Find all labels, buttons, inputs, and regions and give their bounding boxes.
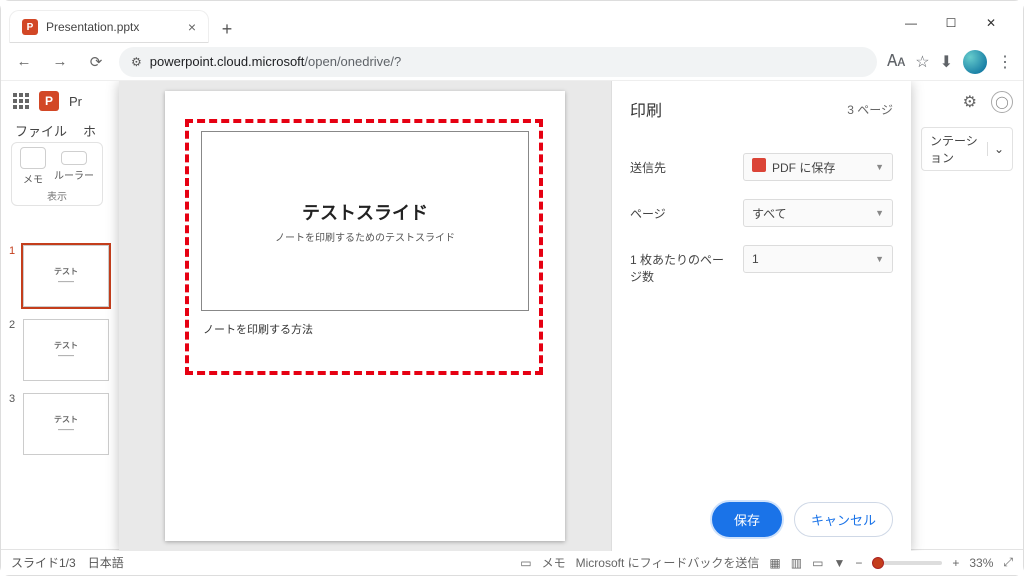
new-tab-button[interactable]: + [213, 15, 241, 43]
ribbon-memo-label: メモ [23, 171, 43, 186]
app-right-column: ⚙ ◯ ンテーション ⌄ [911, 81, 1023, 551]
print-preview-page: テストスライド ノートを印刷するためのテストスライド ノートを印刷する方法 [165, 91, 565, 541]
close-tab-icon[interactable]: × [188, 19, 196, 35]
pdf-icon [752, 158, 766, 172]
select-destination[interactable]: PDF に保存 ▼ [743, 153, 893, 181]
select-destination-value: PDF に保存 [772, 161, 835, 175]
select-pages[interactable]: すべて ▼ [743, 199, 893, 227]
back-button[interactable]: ← [11, 49, 37, 75]
chrome-menu-icon[interactable]: ⋮ [997, 52, 1013, 72]
thumb-title: テスト [54, 414, 78, 425]
reload-button[interactable]: ⟳ [83, 49, 109, 75]
view-grid-icon[interactable]: ▥ [791, 556, 802, 570]
preview-slide-subtitle: ノートを印刷するためのテストスライド [275, 229, 455, 244]
thumb-sub: ―― [58, 351, 74, 360]
slide-thumbnail-panel: 1 テスト―― 2 テスト―― 3 テスト―― [1, 239, 119, 551]
print-page-count: 3 ページ [847, 101, 893, 118]
preview-slide-frame: テストスライド ノートを印刷するためのテストスライド [201, 131, 529, 311]
select-per-sheet-value: 1 [752, 252, 759, 266]
status-memo-icon[interactable]: ▭ [520, 556, 531, 570]
thumb-title: テスト [54, 340, 78, 351]
chevron-down-icon: ▼ [875, 162, 884, 172]
print-preview-pane[interactable]: テストスライド ノートを印刷するためのテストスライド ノートを印刷する方法 [119, 81, 611, 551]
view-slideshow-icon[interactable]: ▼ [833, 556, 845, 570]
status-feedback[interactable]: Microsoft にフィードバックを送信 [576, 554, 760, 571]
zoom-out-button[interactable]: − [855, 556, 862, 570]
chevron-down-icon[interactable]: ⌄ [987, 142, 1004, 156]
thumbnail-slide-2[interactable]: 2 テスト―― [7, 319, 113, 381]
memo-icon [20, 147, 46, 169]
presentation-mode-button[interactable]: ンテーション ⌄ [921, 127, 1013, 171]
view-normal-icon[interactable]: ▦ [769, 556, 780, 570]
presentation-button-label: ンテーション [930, 132, 981, 166]
ribbon-group-view: メモ ルーラー 表示 [11, 142, 103, 206]
thumb-number: 2 [9, 319, 15, 331]
ribbon-memo-button[interactable]: メモ [20, 147, 46, 186]
ruler-icon [61, 151, 87, 165]
zoom-in-button[interactable]: + [952, 556, 959, 570]
ribbon-group-caption: 表示 [20, 186, 94, 203]
status-slide-counter: スライド1/3 [11, 554, 76, 571]
download-icon[interactable]: ⬇ [940, 52, 953, 72]
preview-note-text: ノートを印刷する方法 [203, 321, 537, 337]
settings-gear-icon[interactable]: ⚙ [963, 92, 977, 112]
url-path: /open/onedrive/? [304, 54, 401, 69]
site-info-icon[interactable]: ⚙ [131, 55, 142, 69]
fit-to-window-button[interactable]: ⤢ [1003, 555, 1013, 570]
zoom-slider-knob[interactable] [872, 557, 884, 569]
label-pages: ページ [630, 199, 733, 227]
menu-file[interactable]: ファイル [15, 121, 67, 140]
status-language[interactable]: 日本語 [88, 554, 124, 571]
chevron-down-icon: ▼ [875, 254, 884, 264]
bookmark-star-icon[interactable]: ☆ [915, 52, 929, 72]
ribbon-ruler-label: ルーラー [54, 167, 94, 182]
status-memo-label[interactable]: メモ [542, 554, 566, 571]
preview-slide-title: テストスライド [302, 199, 428, 225]
zoom-percentage[interactable]: 33% [969, 556, 993, 570]
zoom-slider[interactable] [872, 561, 942, 565]
thumb-number: 1 [9, 245, 15, 257]
powerpoint-favicon: P [22, 19, 38, 35]
label-per-sheet: 1 枚あたりのページ数 [630, 245, 733, 285]
profile-avatar[interactable] [963, 50, 987, 74]
print-panel-title: 印刷 [630, 97, 662, 121]
window-maximize-button[interactable]: ☐ [933, 9, 969, 37]
print-settings-panel: 印刷 3 ページ 送信先 PDF に保存 ▼ ページ すべて ▼ 1 枚あたりの… [611, 81, 911, 551]
label-destination: 送信先 [630, 153, 733, 181]
forward-button[interactable]: → [47, 49, 73, 75]
tab-title: Presentation.pptx [46, 20, 139, 34]
menu-home-prefix[interactable]: ホ [83, 121, 96, 140]
view-reading-icon[interactable]: ▭ [812, 556, 823, 570]
url-host: powerpoint.cloud.microsoft [150, 54, 305, 69]
address-bar[interactable]: ⚙ powerpoint.cloud.microsoft/open/onedri… [119, 47, 877, 77]
browser-tab[interactable]: P Presentation.pptx × [9, 10, 209, 43]
thumbnail-slide-3[interactable]: 3 テスト―― [7, 393, 113, 455]
account-icon[interactable]: ◯ [991, 91, 1013, 113]
cancel-button[interactable]: キャンセル [794, 502, 893, 537]
save-button[interactable]: 保存 [712, 502, 782, 537]
app-launcher-icon[interactable] [13, 93, 29, 109]
chevron-down-icon: ▼ [875, 208, 884, 218]
thumb-sub: ―― [58, 277, 74, 286]
powerpoint-app-icon: P [39, 91, 59, 111]
document-title-prefix: Pr [69, 94, 82, 109]
select-per-sheet[interactable]: 1 ▼ [743, 245, 893, 273]
select-pages-value: すべて [752, 205, 787, 222]
thumb-number: 3 [9, 393, 15, 405]
window-minimize-button[interactable]: — [893, 9, 929, 37]
window-close-button[interactable]: ✕ [973, 9, 1009, 37]
ribbon-ruler-button[interactable]: ルーラー [54, 147, 94, 182]
translate-icon[interactable]: 🗛 [887, 53, 905, 71]
print-dialog-overlay: テストスライド ノートを印刷するためのテストスライド ノートを印刷する方法 印刷… [119, 81, 911, 551]
thumb-sub: ―― [58, 425, 74, 434]
thumbnail-slide-1[interactable]: 1 テスト―― [7, 245, 113, 307]
thumb-title: テスト [54, 266, 78, 277]
